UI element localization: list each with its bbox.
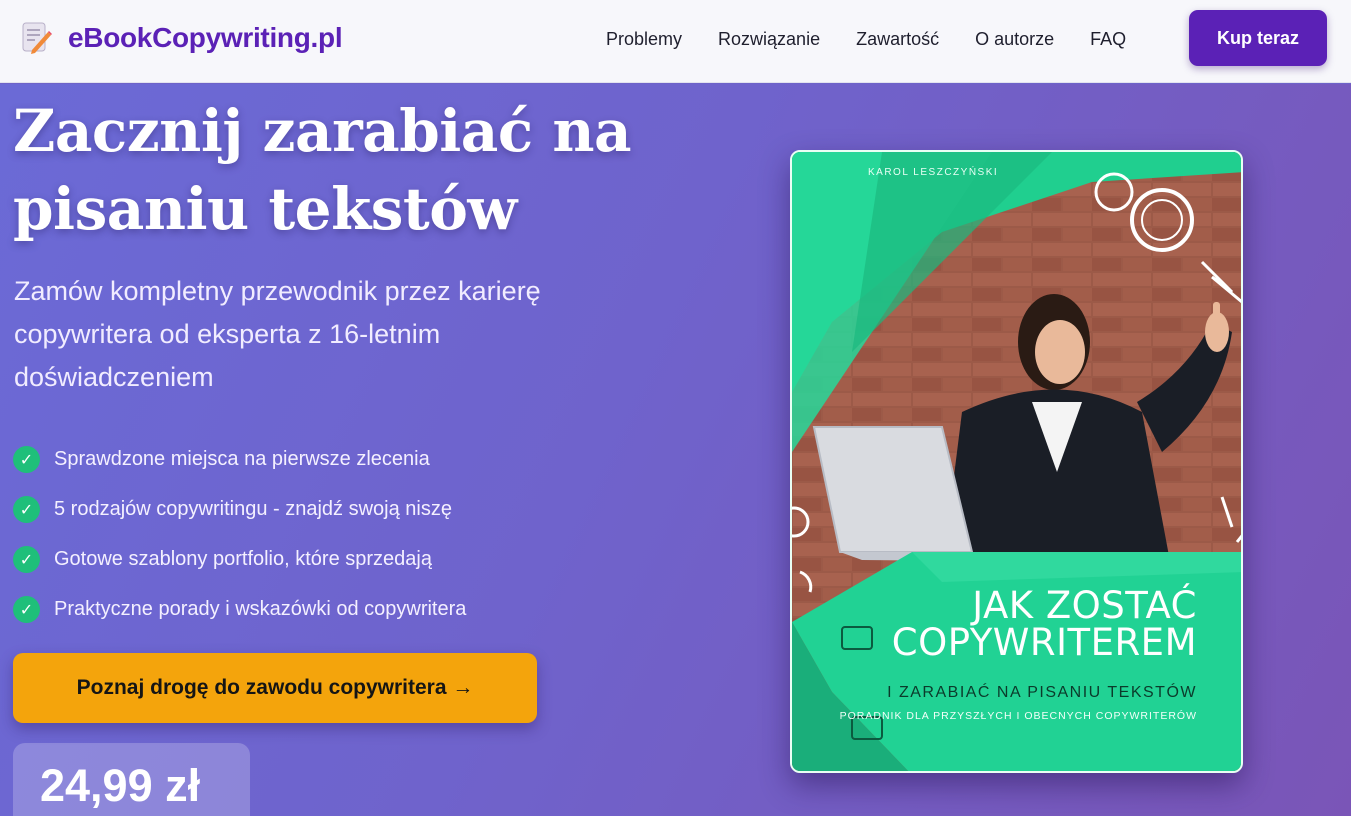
logo-text: eBookCopywriting.pl — [68, 22, 343, 53]
check-icon: ✓ — [13, 445, 40, 473]
hero-section: Zacznij zarabiać na pisaniu tekstów Zamó… — [0, 84, 1351, 816]
price: 24,99 zł — [40, 760, 201, 811]
check-icon: ✓ — [13, 495, 40, 523]
feature-item: ✓ Praktyczne porady i wskazówki od copyw… — [13, 584, 466, 634]
book-title-line2: COPYWRITEREM — [891, 621, 1197, 664]
book-cover-art — [792, 152, 1241, 771]
site-header: eBookCopywriting.pl Problemy Rozwiązanie… — [0, 0, 1351, 83]
check-icon: ✓ — [13, 545, 40, 573]
feature-text: Praktyczne porady i wskazówki od copywri… — [54, 597, 467, 620]
cta-button[interactable]: Poznaj drogę do zawodu copywritera → — [13, 653, 537, 723]
hero-subhead: Zamów kompletny przewodnik przez karierę… — [14, 276, 541, 392]
check-icon: ✓ — [13, 595, 40, 623]
nav-link-rozwiazanie[interactable]: Rozwiązanie — [718, 26, 820, 52]
book-tagline: PORADNIK DLA PRZYSZŁYCH I OBECNYCH COPYW… — [839, 710, 1197, 722]
feature-text: Sprawdzone miejsca na pierwsze zlecenia — [54, 447, 430, 470]
book-author: KAROL LESZCZYŃSKI — [868, 167, 999, 178]
book-subtitle: I ZARABIAĆ NA PISANIU TEKSTÓW — [887, 684, 1197, 701]
feature-item: ✓ Sprawdzone miejsca na pierwsze zleceni… — [13, 434, 466, 484]
feature-text: Gotowe szablony portfolio, które sprzeda… — [54, 547, 432, 570]
feature-item: ✓ Gotowe szablony portfolio, które sprze… — [13, 534, 466, 584]
nav-link-problemy[interactable]: Problemy — [606, 26, 682, 52]
nav-link-faq[interactable]: FAQ — [1090, 26, 1126, 52]
book-cover: KAROL LESZCZYŃSKI JAK ZOSTAĆ COPYWRITERE… — [790, 150, 1243, 773]
buy-now-button[interactable]: Kup teraz — [1189, 10, 1327, 66]
logo[interactable]: eBookCopywriting.pl — [20, 20, 343, 56]
main-nav: Problemy Rozwiązanie Zawartość O autorze… — [588, 26, 1162, 52]
memo-pencil-icon — [20, 20, 52, 56]
price-box: 24,99 zł — [13, 743, 250, 816]
hero-headline: Zacznij zarabiać na pisaniu tekstów — [13, 97, 632, 243]
feature-list: ✓ Sprawdzone miejsca na pierwsze zleceni… — [13, 434, 466, 634]
nav-link-zawartosc[interactable]: Zawartość — [856, 26, 939, 52]
feature-item: ✓ 5 rodzajów copywritingu - znajdź swoją… — [13, 484, 466, 534]
nav-link-o-autorze[interactable]: O autorze — [975, 26, 1054, 52]
feature-text: 5 rodzajów copywritingu - znajdź swoją n… — [54, 497, 452, 520]
